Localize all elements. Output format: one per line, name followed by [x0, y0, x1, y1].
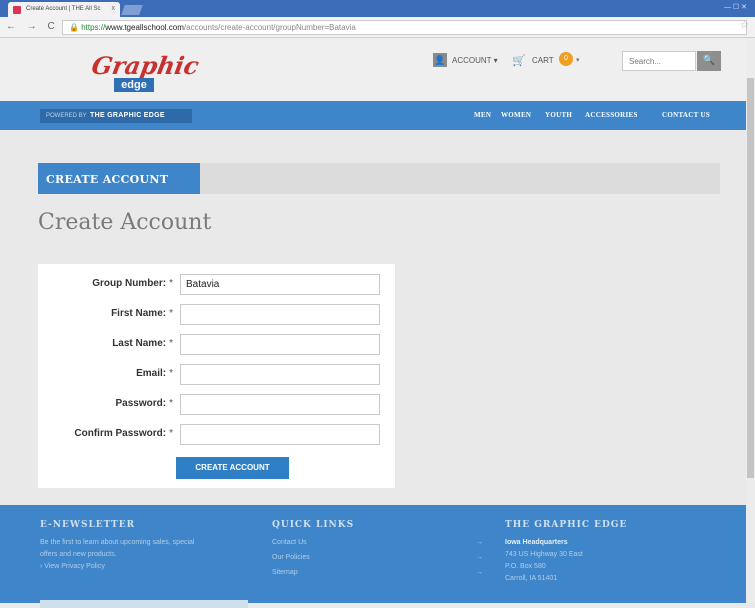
- tab-close-icon[interactable]: x: [112, 5, 116, 12]
- brand-name: THE GRAPHIC EDGE: [90, 112, 165, 119]
- section-banner: CREATE ACCOUNT: [38, 163, 720, 194]
- nav-item-accessories[interactable]: ACCESSORIES: [585, 111, 638, 119]
- chevron-down-icon[interactable]: ▾: [576, 56, 580, 64]
- user-icon[interactable]: 👤: [433, 53, 447, 67]
- site-footer: E-NEWSLETTER Be the first to learn about…: [0, 505, 755, 608]
- browser-nav-buttons[interactable]: ← → C: [6, 21, 59, 32]
- lock-icon: 🔒: [69, 23, 79, 32]
- newsletter-heading: E-NEWSLETTER: [40, 520, 136, 530]
- create-account-button[interactable]: CREATE ACCOUNT: [176, 457, 289, 479]
- browser-tab[interactable]: Create Account | THE All Sc x: [8, 2, 120, 17]
- address-bar-row: ← → C 🔒 https://www.tgeallschool.com/acc…: [0, 17, 755, 38]
- site-logo[interactable]: Graphic edge: [88, 51, 201, 93]
- favicon-icon: [13, 6, 21, 14]
- create-account-form: Group Number:* First Name:* Last Name:* …: [38, 264, 395, 488]
- quick-link-sitemap[interactable]: Sitemap: [272, 569, 298, 576]
- newsletter-email-input[interactable]: [40, 600, 248, 608]
- arrow-right-icon[interactable]: →: [476, 539, 483, 546]
- last-name-field[interactable]: [180, 334, 380, 355]
- nav-item-men[interactable]: MEN: [474, 111, 491, 119]
- newsletter-text-1: Be the first to learn about upcoming sal…: [40, 539, 195, 546]
- page-title: Create Account: [38, 210, 212, 235]
- main-nav: POWERED BY THE GRAPHIC EDGE MEN WOMEN YO…: [0, 101, 755, 130]
- group-number-label: Group Number: *: [92, 278, 173, 289]
- arrow-right-icon[interactable]: →: [476, 569, 483, 576]
- nav-item-youth[interactable]: YOUTH: [545, 111, 572, 119]
- search-input[interactable]: [622, 51, 696, 71]
- privacy-policy-link[interactable]: › View Privacy Policy: [40, 563, 105, 570]
- url-path: /accounts/create-account/groupNumber=Bat…: [183, 23, 356, 32]
- account-menu[interactable]: ACCOUNT ▾: [452, 56, 498, 65]
- powered-by-badge[interactable]: POWERED BY THE GRAPHIC EDGE: [40, 109, 192, 123]
- address-line-3: Carroll, IA 51401: [505, 575, 558, 582]
- url-host: www.tgeallschool.com: [105, 23, 184, 32]
- new-tab-button[interactable]: [121, 5, 143, 15]
- search-button[interactable]: 🔍: [697, 51, 721, 71]
- url-field[interactable]: 🔒 https://www.tgeallschool.com/accounts/…: [62, 20, 747, 35]
- url-scheme: https://: [81, 23, 106, 32]
- arrow-right-icon[interactable]: →: [476, 554, 483, 561]
- nav-item-women[interactable]: WOMEN: [501, 111, 531, 119]
- confirm-password-label: Confirm Password: *: [74, 428, 173, 439]
- last-name-label: Last Name: *: [112, 338, 173, 349]
- logo-edge: edge: [114, 78, 154, 92]
- browser-tab-bar: Create Account | THE All Sc x — ☐ ✕: [0, 0, 755, 17]
- scrollbar-thumb[interactable]: [747, 78, 754, 478]
- email-field[interactable]: [180, 364, 380, 385]
- address-line-2: P.O. Box 580: [505, 563, 546, 570]
- address-line-1: 743 US Highway 30 East: [505, 551, 583, 558]
- first-name-field[interactable]: [180, 304, 380, 325]
- page-scrollbar[interactable]: [746, 38, 755, 603]
- email-label: Email: *: [136, 368, 173, 379]
- group-number-field[interactable]: [180, 274, 380, 295]
- cart-icon[interactable]: 🛒: [512, 54, 526, 67]
- bookmark-star-icon[interactable]: ☆: [740, 20, 749, 31]
- password-field[interactable]: [180, 394, 380, 415]
- window-controls[interactable]: — ☐ ✕: [724, 3, 747, 11]
- cart-count-badge: 0: [559, 52, 573, 66]
- confirm-password-field[interactable]: [180, 424, 380, 445]
- company-heading: THE GRAPHIC EDGE: [505, 520, 628, 530]
- logo-script: Graphic: [89, 51, 202, 80]
- newsletter-text-2: offers and new products.: [40, 551, 117, 558]
- nav-item-contact-us[interactable]: CONTACT US: [662, 111, 710, 119]
- tab-title: Create Account | THE All Sc: [26, 6, 101, 12]
- cart-menu[interactable]: CART: [532, 56, 554, 65]
- first-name-label: First Name: *: [111, 308, 173, 319]
- password-label: Password: *: [115, 398, 173, 409]
- quick-link-contact[interactable]: Contact Us: [272, 539, 307, 546]
- site-header: Graphic edge 👤 ACCOUNT ▾ 🛒 CART 0 ▾ 🔍: [0, 38, 755, 101]
- banner-label: CREATE ACCOUNT: [38, 163, 200, 194]
- quick-link-policies[interactable]: Our Policies: [272, 554, 310, 561]
- hq-label: Iowa Headquarters: [505, 539, 568, 546]
- powered-by-label: POWERED BY: [46, 113, 87, 119]
- quick-links-heading: QUICK LINKS: [272, 520, 355, 530]
